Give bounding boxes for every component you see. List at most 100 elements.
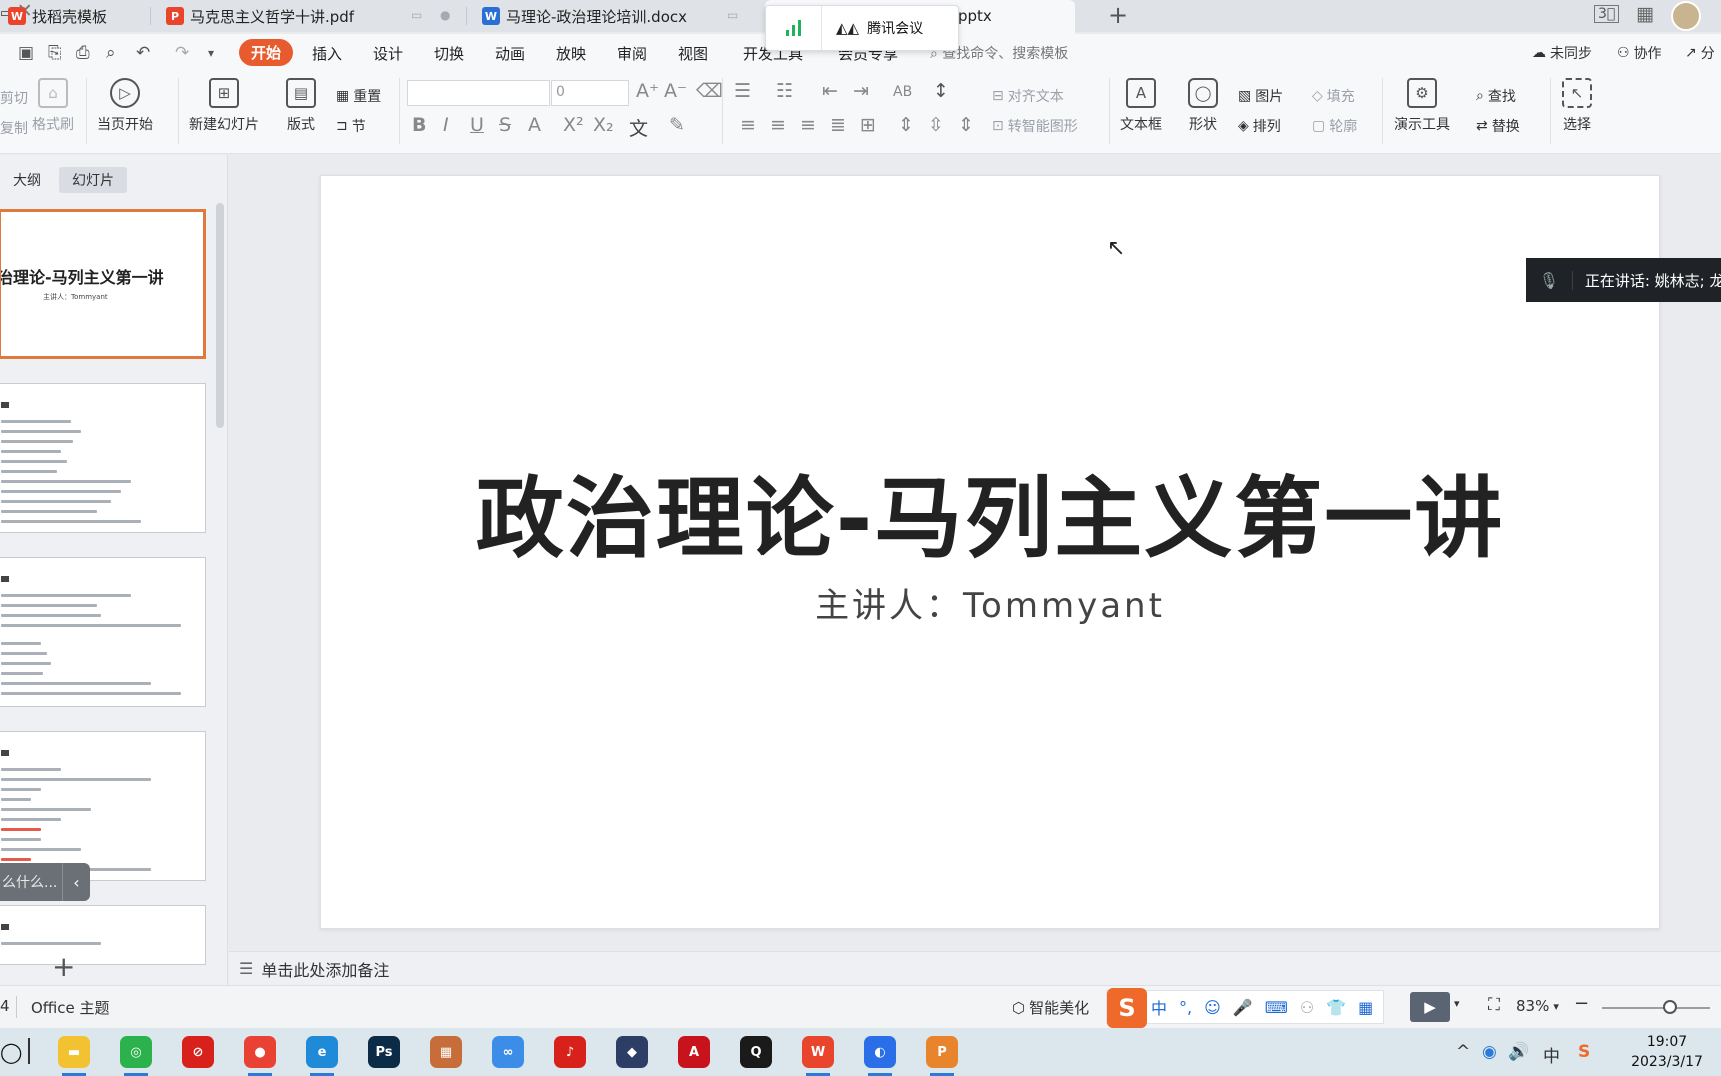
assistant-collapse-tab[interactable]: 么什么... ‹ (0, 863, 90, 901)
format-painter-button[interactable]: ⌂ 格式刷 (32, 78, 74, 134)
menu-insert[interactable]: 插入 (312, 43, 342, 64)
ime-tray-icon[interactable]: 中 (1543, 1042, 1560, 1067)
slide-subtitle[interactable]: 主讲人：Tommyant (321, 578, 1659, 627)
baidu-pan-icon[interactable]: ∞ (492, 1036, 524, 1068)
indent-icon[interactable]: ⇥ (853, 80, 869, 102)
zoom-level[interactable]: 83% ▾ (1516, 997, 1559, 1015)
para-spacing-icon[interactable]: ⇳ (928, 114, 944, 136)
reset-button[interactable]: ▦ 重置 (336, 86, 381, 106)
share-button[interactable]: ↗ 分 (1685, 43, 1715, 63)
wps-icon[interactable]: W (802, 1036, 834, 1068)
underline-icon[interactable]: U (470, 114, 484, 136)
align-left-icon[interactable]: ≡ (740, 114, 756, 136)
notes-pane[interactable]: ☰ 单击此处添加备注 (229, 951, 1721, 985)
meeting-popup[interactable]: ◭◭ 腾讯会议 (765, 5, 959, 51)
outdent-icon[interactable]: ⇤ (822, 80, 838, 102)
voice-icon[interactable]: 🎤 (1233, 998, 1253, 1017)
tray-app-icon[interactable]: ◉ (1482, 1042, 1497, 1062)
avatar[interactable] (1671, 1, 1701, 31)
sogou-ime-toolbar[interactable]: S 中 °, ☺ 🎤 ⌨ ⚇ 👕 ▦ (1106, 988, 1384, 1028)
align-center-icon[interactable]: ≡ (770, 114, 786, 136)
find-button[interactable]: ⌕ 查找 (1476, 86, 1516, 106)
punctuation-icon[interactable]: °, (1179, 998, 1192, 1017)
select-button[interactable]: ↖ 选择 (1562, 78, 1592, 134)
strikethrough-icon[interactable]: S (499, 114, 511, 136)
present-tools-button[interactable]: ⚙ 演示工具 (1394, 78, 1450, 134)
menu-design[interactable]: 设计 (373, 43, 403, 64)
font-color-icon[interactable]: A (528, 114, 541, 136)
new-tab-icon[interactable]: + (1108, 1, 1128, 29)
distribute-icon[interactable]: ⊞ (860, 114, 876, 136)
autocad-icon[interactable]: A (678, 1036, 710, 1068)
export-icon[interactable]: ⎘ (48, 43, 62, 63)
smartart-button[interactable]: ⊡ 转智能图形 (992, 116, 1078, 136)
slide-thumb-1[interactable]: 治理论-马列主义第一讲 主讲人：Tommyant (0, 209, 206, 359)
font-family-select[interactable] (407, 80, 550, 106)
collaborate-button[interactable]: ⚇ 协作 (1617, 43, 1662, 63)
print-icon[interactable]: ⎙ (76, 43, 90, 63)
italic-icon[interactable]: I (443, 114, 449, 136)
grid-icon[interactable]: ▦ (1358, 998, 1373, 1017)
preview-icon[interactable]: ⌕ (106, 43, 116, 63)
menu-review[interactable]: 审阅 (617, 43, 647, 64)
page-indicator[interactable]: 4 (0, 997, 10, 1015)
image-viewer-icon[interactable]: ▦ (430, 1036, 462, 1068)
sogou-tray-icon[interactable]: S (1578, 1042, 1590, 1062)
netease-music-icon[interactable]: ♪ (554, 1036, 586, 1068)
pin-icon[interactable]: ▭ (727, 8, 738, 22)
arrange-button[interactable]: ◈ 排列 (1238, 116, 1281, 136)
volume-icon[interactable]: 🔊 (1508, 1042, 1529, 1062)
chrome-icon[interactable]: ● (244, 1036, 276, 1068)
phonetic-icon[interactable]: 文 (629, 114, 648, 141)
tab-outline[interactable]: 大纲 (0, 167, 54, 193)
section-button[interactable]: ⊐ 节 (336, 116, 366, 136)
undo-icon[interactable]: ↶ (136, 43, 150, 63)
menu-slideshow[interactable]: 放映 (556, 43, 586, 64)
taskview-icon[interactable] (28, 1038, 30, 1064)
slide-title[interactable]: 政治理论-马列主义第一讲 (321, 448, 1659, 575)
tab-template[interactable]: W 找稻壳模板 (8, 0, 107, 32)
picture-button[interactable]: ▧ 图片 (1238, 86, 1283, 106)
tab-docx[interactable]: W 马理论-政治理论培训.docx ▭ (482, 0, 738, 32)
zoom-slider-handle[interactable] (1663, 1000, 1677, 1014)
tencent-meeting-icon[interactable]: ◐ (864, 1036, 896, 1068)
slide-editor[interactable]: 政治理论-马列主义第一讲 主讲人：Tommyant (320, 175, 1660, 929)
outline-button[interactable]: ▢ 轮廓 (1312, 116, 1357, 136)
grow-font-icon[interactable]: A⁺ (636, 80, 659, 102)
subscript-icon[interactable]: X₂ (593, 114, 614, 136)
highlight-icon[interactable]: ✎ (669, 114, 685, 136)
menu-animation[interactable]: 动画 (495, 43, 525, 64)
add-slide-icon[interactable]: + (52, 950, 75, 983)
justify-icon[interactable]: ≣ (830, 114, 846, 136)
pin-icon[interactable]: ▭ (411, 8, 422, 22)
shape-button[interactable]: ◯ 形状 (1188, 78, 1218, 134)
emoji-icon[interactable]: ☺ (1204, 998, 1221, 1017)
bullet-list-icon[interactable]: ☰ (734, 80, 751, 102)
skin-icon[interactable]: 👕 (1326, 998, 1346, 1017)
beautify-button[interactable]: ⬡ 智能美化 (1012, 997, 1089, 1018)
play-current-button[interactable]: ▷ 当页开始 (97, 78, 153, 134)
text-direction-icon[interactable]: AB (893, 84, 912, 100)
wechat-icon[interactable]: ◎ (120, 1036, 152, 1068)
sync-status[interactable]: ☁ 未同步 (1532, 43, 1592, 63)
cat-app-icon[interactable]: ◆ (616, 1036, 648, 1068)
tab-pdf[interactable]: P 马克思主义哲学十讲.pdf ▭ ● (166, 0, 450, 32)
chevron-down-icon[interactable]: ▾ (1454, 997, 1460, 1010)
slide-thumb-2[interactable] (0, 383, 206, 533)
menu-start[interactable]: 开始 (239, 39, 293, 66)
line-spacing-icon[interactable]: ⇕ (898, 114, 914, 136)
keyboard-icon[interactable]: ⌨ (1265, 998, 1288, 1017)
replace-button[interactable]: ⇄ 替换 (1476, 116, 1520, 136)
slide-thumb-5[interactable] (0, 905, 206, 965)
wps-present-icon[interactable]: P (926, 1036, 958, 1068)
tab-slides[interactable]: 幻灯片 (59, 167, 127, 193)
redo-icon[interactable]: ↷ (175, 43, 189, 63)
save-icon[interactable]: ▣ (18, 43, 34, 63)
menu-transition[interactable]: 切换 (434, 43, 464, 64)
cut-button[interactable]: 剪切 (0, 88, 28, 108)
sort-icon[interactable]: ↕ (933, 80, 949, 102)
slide-thumb-3[interactable] (0, 557, 206, 707)
quick-dropdown-icon[interactable]: ▾ (208, 46, 214, 60)
spacing-menu-icon[interactable]: ⇕ (958, 114, 974, 136)
menu-view[interactable]: 视图 (678, 43, 708, 64)
